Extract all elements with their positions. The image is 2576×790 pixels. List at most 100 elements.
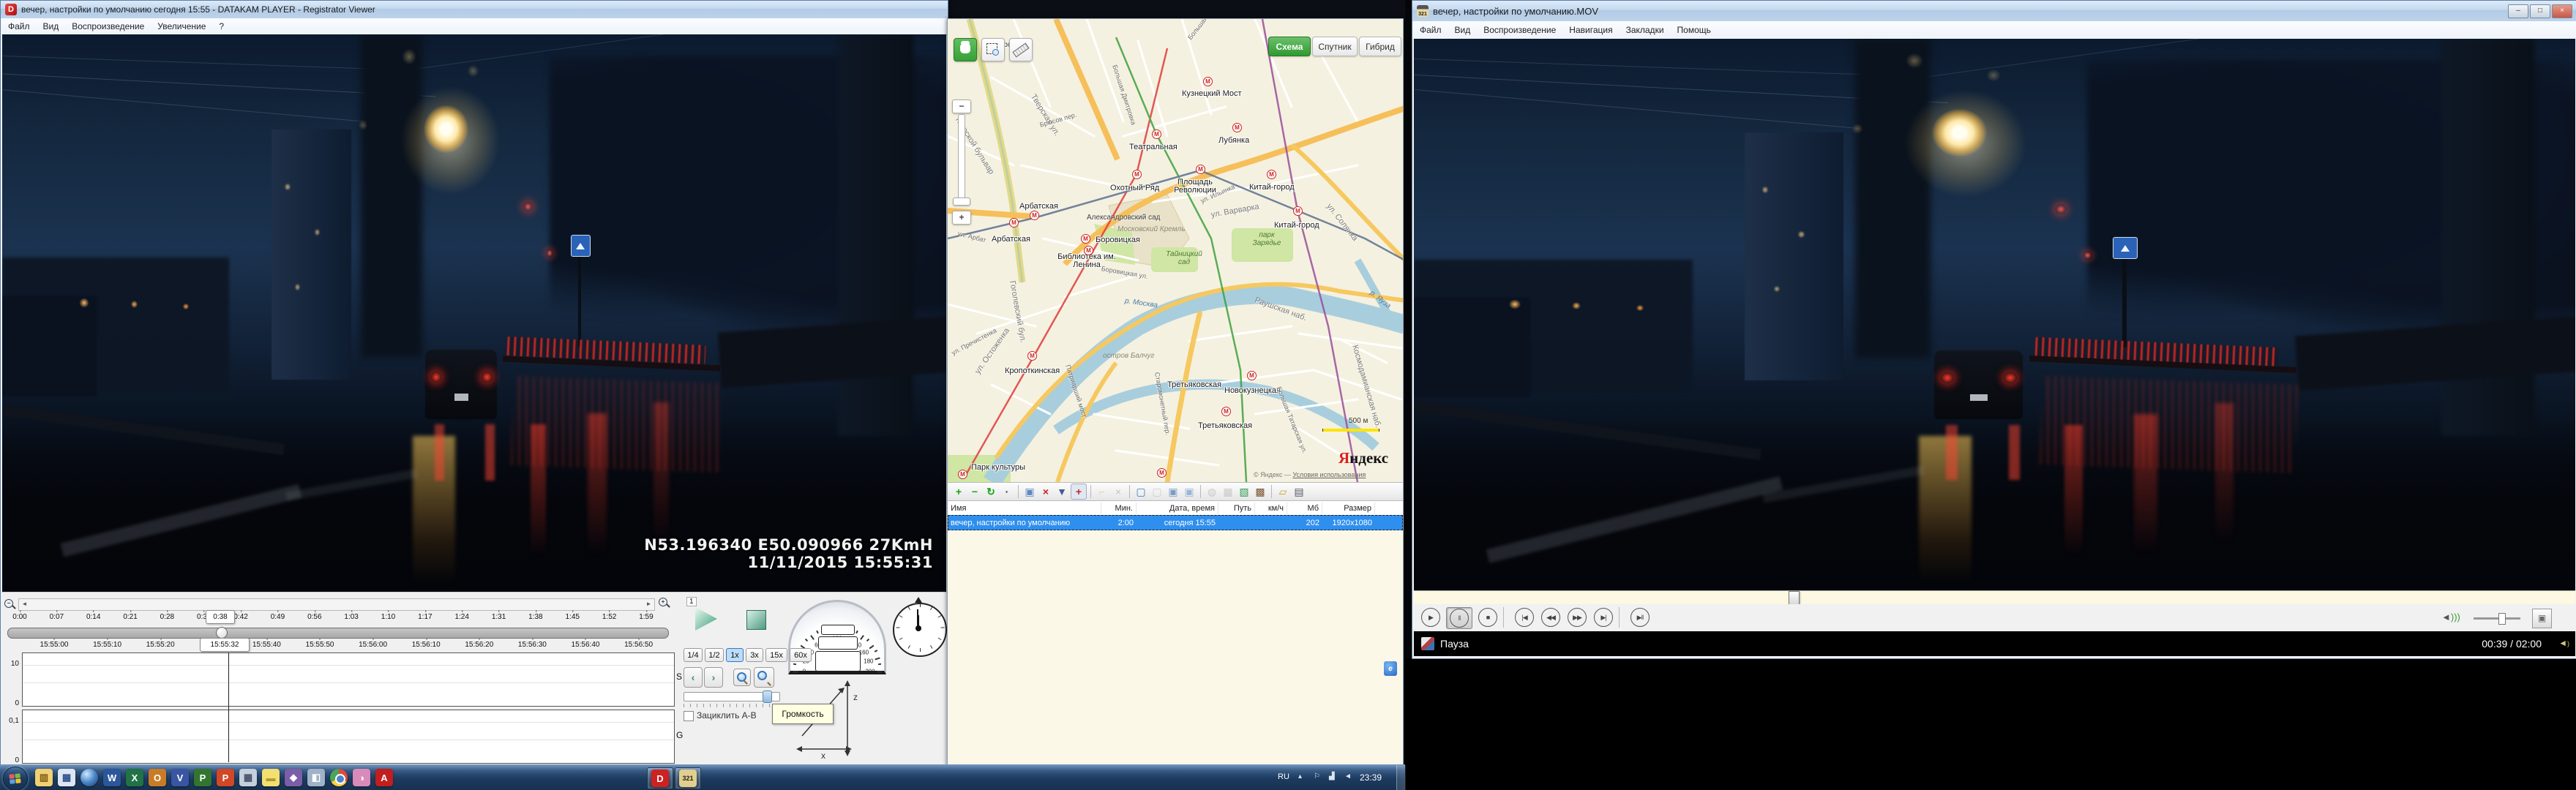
refresh-list-button[interactable]: ↻ — [984, 484, 998, 499]
timeline-zoom-in-button[interactable]: + — [658, 597, 670, 609]
taskbar-browser-sphere[interactable] — [79, 767, 100, 788]
zoom-large-button[interactable] — [754, 667, 774, 688]
taskbar-explorer[interactable]: ▥ — [34, 767, 54, 788]
right-menu-Помощь[interactable]: Помощь — [1671, 23, 1718, 37]
taskbar-control-panel[interactable]: ◧ — [306, 767, 326, 788]
taskbar-excel[interactable]: X — [124, 767, 145, 788]
right-menu-Воспроизведение[interactable]: Воспроизведение — [1477, 23, 1562, 37]
speed-button-1x[interactable]: 1x — [726, 648, 744, 662]
close-button[interactable]: × — [2552, 4, 2572, 18]
map-zoom-handle[interactable] — [953, 198, 970, 206]
right-menu-Вид[interactable]: Вид — [1448, 23, 1478, 37]
speaker-icon[interactable]: ◄))) — [2441, 612, 2460, 622]
map-mode-satellite[interactable]: Спутник — [1312, 37, 1358, 56]
left-video-view[interactable]: N53.196340 E50.090966 27KmH 11/11/2015 1… — [2, 34, 946, 592]
play-button[interactable] — [695, 607, 717, 631]
speed-button-60x[interactable]: 60x — [790, 648, 812, 662]
export-video-button[interactable]: ▩ — [1253, 484, 1268, 499]
tray-network-icon[interactable]: ▟ — [1329, 772, 1335, 780]
seek-handle[interactable] — [1789, 591, 1800, 605]
options-button[interactable]: ▣ — [2532, 609, 2552, 628]
speed-button-1/4[interactable]: 1/4 — [684, 648, 703, 662]
taskbar-project[interactable]: P — [192, 767, 213, 788]
column-header-Размер[interactable]: Размер — [1322, 503, 1375, 514]
terms-link[interactable]: Условия использования — [1292, 471, 1366, 478]
timeline-slider[interactable] — [7, 628, 669, 639]
step-back-button[interactable]: ‹ — [684, 667, 703, 688]
file-table-row-selected[interactable]: вечер, настройки по умолчанию2:00сегодня… — [948, 515, 1403, 530]
column-header-Мб[interactable]: Мб — [1287, 503, 1322, 514]
map-mode-scheme[interactable]: Схема — [1268, 37, 1311, 56]
speed-button-3x[interactable]: 3x — [746, 648, 763, 662]
scroll-right-icon[interactable]: ► — [644, 600, 654, 608]
taskbar-calculator[interactable]: ▦ — [238, 767, 258, 788]
seek-bar[interactable] — [1414, 590, 2575, 606]
add-frame-button[interactable]: ▢ — [1134, 484, 1148, 499]
stop-button[interactable] — [746, 610, 766, 630]
volume-slider-handle[interactable] — [763, 691, 772, 703]
taskbar-outlook[interactable]: O — [147, 767, 168, 788]
taskbar-word[interactable]: W — [102, 767, 122, 788]
minimize-button[interactable]: – — [2508, 4, 2528, 18]
copy-frames-button[interactable]: ▣ — [1166, 484, 1180, 499]
scroll-left-icon[interactable]: ◄ — [20, 600, 29, 608]
timeline-slider-handle[interactable] — [216, 627, 228, 639]
taskbar-datakam-player[interactable]: D — [647, 767, 673, 789]
link-frames-button[interactable]: ▣ — [1182, 484, 1197, 499]
taskbar-chrome[interactable] — [329, 767, 349, 788]
previous-button[interactable]: |◀ — [1513, 607, 1535, 628]
language-indicator[interactable]: RU — [1278, 772, 1289, 781]
loop-ab-checkbox[interactable] — [684, 711, 694, 721]
play-button[interactable]: ▶ — [1420, 607, 1442, 628]
delete-file-button[interactable]: × — [1038, 484, 1053, 499]
taskbar-app-purple[interactable]: ◆ — [283, 767, 304, 788]
map-zoom-in-button[interactable]: + — [952, 211, 971, 225]
yandex-logo[interactable]: Яндекс — [1338, 449, 1388, 467]
left-menu-Увеличение[interactable]: Увеличение — [151, 19, 212, 34]
tray-volume-icon[interactable]: ◄ — [1344, 772, 1352, 780]
tray-action-center-icon[interactable]: ⚐ — [1314, 772, 1320, 780]
taskbar-visio[interactable]: V — [170, 767, 190, 788]
show-desktop-button[interactable] — [1396, 765, 1406, 790]
maximize-button[interactable]: □ — [2530, 4, 2550, 18]
next-button[interactable]: ▶| — [1592, 607, 1614, 628]
volume-bar-handle[interactable] — [2498, 613, 2506, 625]
timeline-scrollbar[interactable]: ◄ ► — [18, 598, 655, 611]
mute-icon[interactable]: ◄) — [2558, 638, 2569, 648]
ruler-button[interactable] — [1009, 38, 1033, 61]
taskbar-sticky-notes[interactable]: ▬ — [261, 767, 281, 788]
backup-file-button[interactable]: + — [1071, 484, 1087, 500]
volume-bar[interactable] — [2474, 617, 2520, 620]
more-menu-button[interactable]: · — [1000, 484, 1014, 499]
column-header-Путь[interactable]: Путь — [1218, 503, 1255, 514]
right-titlebar[interactable]: 321 вечер, настройки по умолчанию.MOV –□… — [1412, 1, 2576, 21]
save-file-button[interactable]: ▼ — [1055, 484, 1069, 499]
column-header-Дата, время[interactable]: Дата, время — [1137, 503, 1218, 514]
open-folder-button[interactable]: ▱ — [1276, 484, 1290, 499]
left-menu-Файл[interactable]: Файл — [1, 19, 37, 34]
tray-hidden-icons-icon[interactable]: ▴ — [1298, 772, 1302, 780]
remove-file-button[interactable]: − — [967, 484, 982, 499]
taskbar-clock[interactable]: 23:39 — [1360, 772, 1382, 783]
right-menu-Закладки[interactable]: Закладки — [1620, 23, 1671, 37]
zoom-small-button[interactable] — [733, 669, 751, 686]
export-image-button[interactable]: ▧ — [1237, 484, 1251, 499]
speed-button-15x[interactable]: 15x — [765, 648, 787, 662]
left-menu-Воспроизведение[interactable]: Воспроизведение — [65, 19, 151, 34]
right-video-view[interactable] — [1414, 39, 2575, 590]
map-zoom-track[interactable] — [958, 114, 965, 199]
report-button[interactable]: ▤ — [1292, 484, 1306, 499]
pause-button[interactable]: ‖ — [1446, 607, 1472, 629]
timeline-zoom-out-button[interactable]: − — [4, 598, 16, 611]
taskbar-powerpoint[interactable]: P — [215, 767, 236, 788]
taskbar-paint[interactable]: ◑ — [351, 767, 372, 788]
speed-button-1/2[interactable]: 1/2 — [705, 648, 724, 662]
column-header-км/ч[interactable]: км/ч — [1255, 503, 1287, 514]
taskbar-save-tool[interactable]: ▦ — [56, 767, 77, 788]
step-button[interactable]: ▶‖ — [1629, 607, 1651, 628]
copy-file-button[interactable]: ▣ — [1022, 484, 1037, 499]
zoom-select-button[interactable] — [981, 38, 1005, 61]
left-menu-Вид[interactable]: Вид — [37, 19, 66, 34]
right-menu-Навигация[interactable]: Навигация — [1562, 23, 1619, 37]
blue-app-overlay-icon[interactable]: e — [1384, 661, 1397, 676]
